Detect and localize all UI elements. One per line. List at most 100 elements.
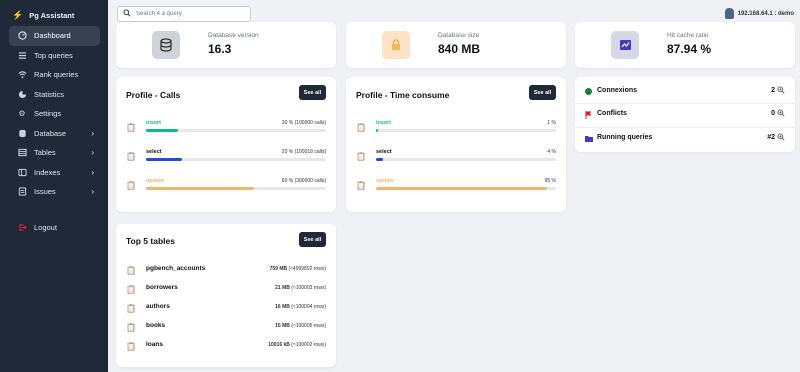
- table-size: 759 MB (≈4999892 rows): [270, 266, 326, 272]
- profile-row: 📋 select 20 % (100018 calls): [126, 149, 326, 169]
- see-all-button[interactable]: See all: [529, 85, 556, 100]
- row-name: insert: [146, 120, 161, 126]
- dashboard-icon: [17, 31, 27, 40]
- lock-icon: [382, 31, 410, 59]
- sidebar-item-issues[interactable]: Issues ›: [9, 182, 100, 202]
- search-input[interactable]: [136, 11, 246, 17]
- sidebar-item-label: Issues: [34, 187, 56, 197]
- progress-fill: [376, 187, 547, 190]
- profile-row: 📋 update 95 %: [356, 178, 556, 198]
- size-value: 21 MB: [275, 285, 290, 291]
- card-title: Top 5 tables: [126, 236, 175, 246]
- signal-icon: [17, 70, 27, 79]
- bolt-icon: ⚡: [12, 10, 24, 20]
- logout-button[interactable]: Logout: [9, 218, 100, 238]
- size-value: 16 MB: [275, 304, 290, 310]
- table-row[interactable]: 📋 loans 10016 kB (≈100002 rows): [126, 341, 326, 357]
- brand[interactable]: ⚡ Pg Assistant: [12, 10, 74, 21]
- row-percent: 20 % (100018 calls): [281, 149, 326, 155]
- profile-row: 📋 select 4 %: [356, 149, 556, 169]
- row-name: update: [376, 178, 395, 184]
- stat-card-db-version: Database version 16.3: [116, 22, 336, 68]
- see-all-button[interactable]: See all: [299, 85, 326, 100]
- zoom-icon[interactable]: [777, 133, 785, 143]
- sidebar-item-dashboard[interactable]: Dashboard: [9, 26, 100, 46]
- chevron-right-icon: ›: [91, 167, 94, 177]
- table-row[interactable]: 📋 borrowers 21 MB (≈100003 rows): [126, 284, 326, 300]
- sidebar-nav: Dashboard Top queries Rank queries Stati…: [9, 26, 100, 202]
- connections-card: Connexions 2 Conflicts 0 Running queries…: [575, 77, 795, 152]
- progress-track: [376, 158, 556, 161]
- table-name: pgbench_accounts: [146, 265, 206, 272]
- sidebar-item-tables[interactable]: Tables ›: [9, 143, 100, 163]
- row-percent: 30 % (100000 calls): [281, 120, 326, 126]
- logout-icon: [17, 223, 27, 232]
- progress-track: [146, 158, 326, 161]
- table-name: borrowers: [146, 284, 178, 291]
- clipboard-icon: 📋: [126, 123, 136, 132]
- progress-fill: [376, 158, 384, 161]
- sidebar-item-top-queries[interactable]: Top queries: [9, 46, 100, 66]
- sidebar-item-rank-queries[interactable]: Rank queries: [9, 65, 100, 85]
- row-name: select: [376, 149, 392, 155]
- table-size: 21 MB (≈100003 rows): [275, 285, 326, 291]
- profile-row: 📋 insert 30 % (100000 calls): [126, 120, 326, 140]
- profile-row: 📋 update 60 % (300000 calls): [126, 178, 326, 198]
- table-row[interactable]: 📋 pgbench_accounts 759 MB (≈4999892 rows…: [126, 265, 326, 281]
- row-name: update: [146, 178, 165, 184]
- row-label: Conflicts: [597, 110, 627, 117]
- sidebar-item-label: Tables: [34, 148, 56, 158]
- chevron-right-icon: ›: [91, 128, 94, 138]
- table-row[interactable]: 📋 authors 16 MB (≈100004 rows): [126, 303, 326, 319]
- progress-track: [376, 129, 556, 132]
- sidebar-item-settings[interactable]: ⚙ Settings: [9, 104, 100, 124]
- sidebar-item-statistics[interactable]: Statistics: [9, 85, 100, 105]
- clipboard-icon: 📋: [356, 152, 366, 161]
- chevron-right-icon: ›: [91, 187, 94, 197]
- stat-label: Database version: [208, 32, 259, 39]
- index-icon: [17, 168, 27, 177]
- stat-value: 840 MB: [438, 42, 481, 56]
- row-percent: 4 %: [547, 149, 556, 155]
- row-percent: 60 % (300000 calls): [281, 178, 326, 184]
- row-value: #2: [767, 134, 775, 141]
- user-info[interactable]: 192.168.64.1 : demo: [724, 8, 794, 19]
- running-queries-row[interactable]: Running queries #2: [585, 132, 785, 146]
- table-row[interactable]: 📋 books 15 MB (≈100005 rows): [126, 322, 326, 338]
- zoom-icon[interactable]: [777, 109, 785, 119]
- card-title: Profile - Time consume: [356, 90, 450, 100]
- folder-icon: [585, 135, 593, 142]
- search-icon: [118, 9, 136, 19]
- row-label: Connexions: [597, 87, 638, 94]
- connexions-row[interactable]: Connexions 2: [585, 85, 785, 99]
- size-value: 759 MB: [269, 266, 288, 272]
- stat-card-db-size: Database size 840 MB: [346, 22, 566, 68]
- clipboard-icon: 📋: [126, 266, 136, 275]
- issues-icon: [17, 187, 27, 196]
- search-box: [117, 6, 251, 22]
- green-dot-icon: [585, 88, 592, 95]
- row-name: select: [146, 149, 162, 155]
- progress-track: [146, 187, 326, 190]
- sidebar-item-label: Settings: [34, 109, 62, 119]
- profile-calls-card: Profile - Calls See all 📋 insert 30 % (1…: [116, 77, 336, 212]
- sidebar-item-label: Top queries: [34, 50, 73, 60]
- stat-card-hit-cache: Hit cache ratio 87.94 %: [575, 22, 795, 68]
- zoom-icon[interactable]: [777, 86, 785, 96]
- database-icon: [17, 129, 27, 138]
- sidebar-item-indexes[interactable]: Indexes ›: [9, 163, 100, 183]
- clipboard-icon: 📋: [126, 181, 136, 190]
- divider: [575, 103, 795, 104]
- table-size: 10016 kB (≈100002 rows): [268, 342, 326, 348]
- sidebar-item-label: Dashboard: [34, 31, 71, 41]
- sidebar-item-database[interactable]: Database ›: [9, 124, 100, 144]
- conflicts-row[interactable]: Conflicts 0: [585, 108, 785, 122]
- table-icon: [17, 148, 27, 157]
- see-all-button[interactable]: See all: [299, 232, 326, 247]
- clipboard-icon: 📋: [126, 152, 136, 161]
- red-flag-icon: [585, 111, 592, 119]
- card-title: Profile - Calls: [126, 90, 181, 100]
- clipboard-icon: 📋: [126, 304, 136, 313]
- row-count: (≈100002 rows): [291, 342, 326, 348]
- stat-label: Database size: [438, 32, 480, 39]
